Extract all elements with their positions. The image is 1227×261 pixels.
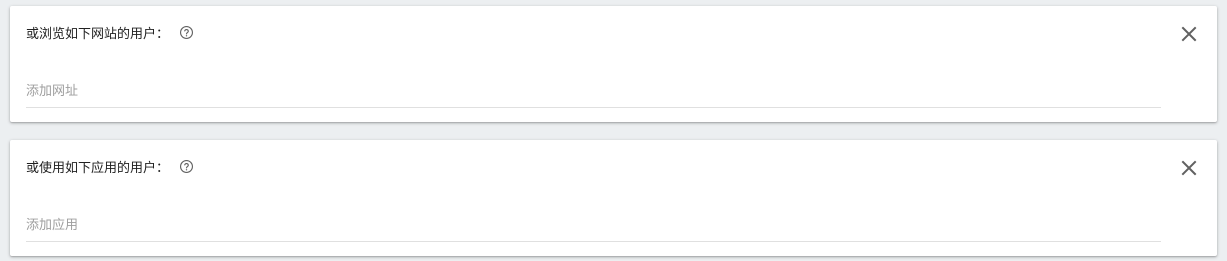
close-icon: [1181, 26, 1197, 42]
apps-close-button[interactable]: [1177, 156, 1201, 180]
apps-title-text: 或使用如下应用的用户：: [26, 161, 170, 176]
websites-title-text: 或浏览如下网站的用户：: [26, 27, 170, 42]
add-app-input[interactable]: [26, 210, 1161, 240]
add-url-field: [26, 76, 1161, 108]
websites-close-button[interactable]: [1177, 22, 1201, 46]
add-url-input[interactable]: [26, 76, 1161, 106]
websites-card: 或浏览如下网站的用户：: [10, 6, 1217, 122]
help-circle-icon[interactable]: [179, 25, 194, 40]
apps-card: 或使用如下应用的用户：: [10, 140, 1217, 256]
add-app-field: [26, 210, 1161, 242]
apps-title: 或使用如下应用的用户：: [26, 157, 194, 176]
close-icon: [1181, 160, 1197, 176]
websites-title: 或浏览如下网站的用户：: [26, 23, 194, 42]
help-circle-icon[interactable]: [179, 159, 194, 174]
